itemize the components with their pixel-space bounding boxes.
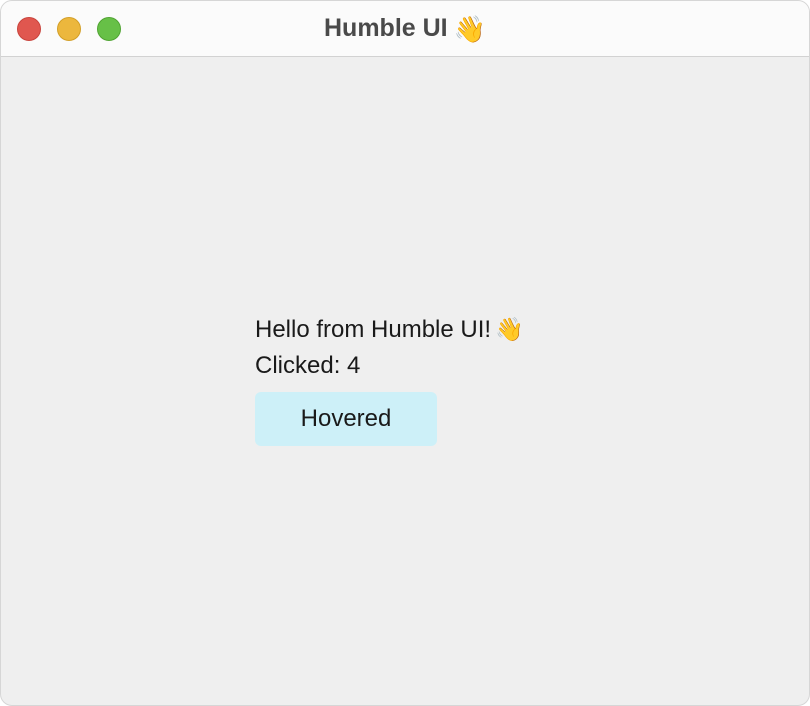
click-counter-label: Clicked: 4	[255, 352, 361, 379]
title-bar[interactable]: Humble UI 👋	[1, 1, 809, 57]
window-title-text: Humble UI	[324, 14, 448, 42]
waving-hand-icon: 👋	[495, 316, 524, 342]
increment-button[interactable]: Hovered	[255, 392, 437, 446]
main-content: Hello from Humble UI! 👋 Clicked: 4 Hovere…	[255, 311, 524, 446]
increment-button-label: Hovered	[300, 405, 392, 432]
greeting-text: Hello from Humble UI!	[255, 316, 492, 343]
greeting-label: Hello from Humble UI! 👋	[255, 311, 524, 348]
app-window: Humble UI 👋 Hello from Humble UI! 👋 Clicke…	[0, 0, 810, 706]
waving-hand-icon: 👋	[453, 14, 486, 44]
window-title: Humble UI 👋	[1, 11, 809, 46]
